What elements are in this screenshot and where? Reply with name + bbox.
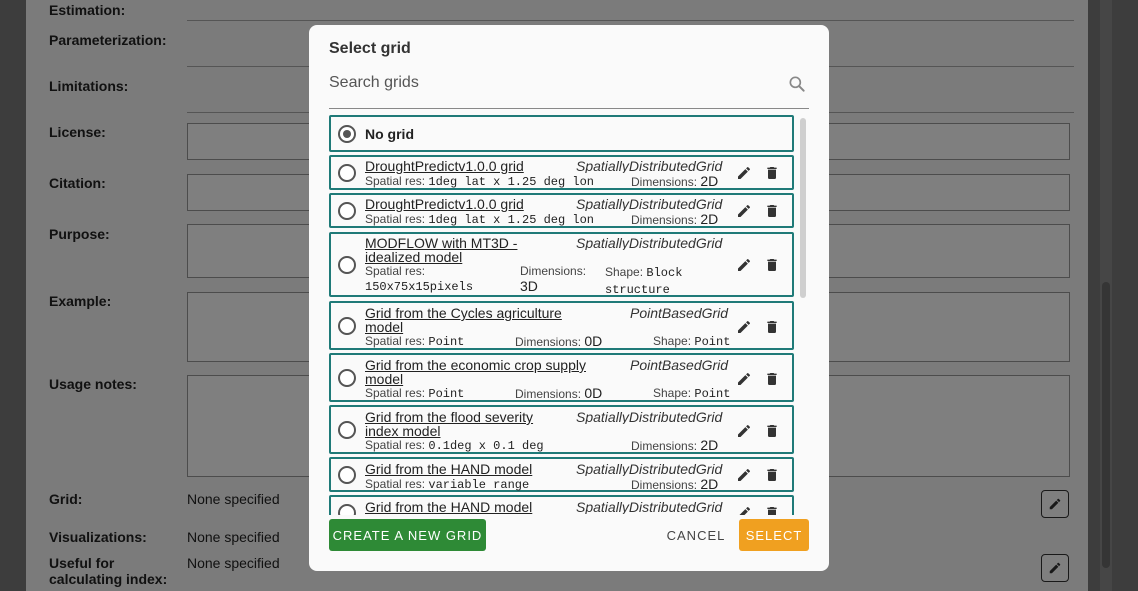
spatial-res-value: 150x75x15pixels [365,280,474,294]
spatial-res-label: Spatial res: [365,477,426,491]
dimensions-value: 2D [700,476,719,492]
delete-icon[interactable] [764,257,780,273]
grid-name-link[interactable]: Grid from the flood severity index model [365,410,565,438]
select-grid-dialog: Select grid No grid DroughtPredictv1.0.0… [309,25,829,571]
spatial-res-value: 0.1deg x 0.1 deg [428,439,544,453]
grid-type: SpatiallyDistributedGrid [576,462,723,476]
list-scrollbar-thumb[interactable] [800,118,806,298]
grid-list[interactable]: No grid DroughtPredictv1.0.0 grid Spatia… [329,115,809,515]
delete-icon[interactable] [764,423,780,439]
delete-icon[interactable] [764,203,780,219]
grid-list-item[interactable]: DroughtPredictv1.0.0 grid SpatiallyDistr… [329,193,794,228]
delete-icon[interactable] [764,467,780,483]
dimensions-label: Dimensions: [520,264,587,278]
radio-button[interactable] [338,256,356,274]
radio-button[interactable] [338,421,356,439]
create-grid-button[interactable]: CREATE A NEW GRID [329,519,486,551]
delete-icon[interactable] [764,319,780,335]
grid-type: PointBasedGrid [630,358,729,372]
radio-button[interactable] [338,164,356,182]
shape-label: Shape: [653,334,692,348]
delete-icon[interactable] [764,165,780,181]
grid-list-item[interactable]: Grid from the HAND model SpatiallyDistri… [329,495,794,515]
dialog-title: Select grid [329,40,411,57]
grid-type: SpatiallyDistributedGrid [576,197,723,211]
shape-value: Point [694,387,731,401]
shape-label: Shape: [653,386,692,400]
dimensions-label: Dimensions: [631,175,698,189]
grid-list-item[interactable]: MODFLOW with MT3D - idealized model Spat… [329,232,794,297]
no-grid-label: No grid [365,126,414,142]
spatial-res-value: 1deg lat x 1.25 deg lon [428,175,595,189]
spatial-res-label: Spatial res: [365,334,426,348]
grid-list-item[interactable]: Grid from the economic crop supply model… [329,353,794,402]
delete-icon[interactable] [764,505,780,515]
edit-icon[interactable] [736,165,752,181]
no-grid-option[interactable]: No grid [329,115,794,152]
edit-icon[interactable] [736,371,752,387]
cancel-button[interactable]: CANCEL [665,519,727,551]
dimensions-value: 0D [584,385,603,401]
grid-type: SpatiallyDistributedGrid [576,236,723,250]
dimensions-label: Dimensions: [515,335,582,349]
edit-icon[interactable] [736,467,752,483]
grid-type: SpatiallyDistributedGrid [576,410,723,424]
dimensions-value: 2D [700,173,719,189]
grid-list-item[interactable]: DroughtPredictv1.0.0 grid SpatiallyDistr… [329,155,794,190]
spatial-res-label: Spatial res: [365,386,426,400]
search-box [329,71,809,109]
grid-name-link[interactable]: Grid from the Cycles agriculture model [365,306,590,334]
grid-name-link[interactable]: DroughtPredictv1.0.0 grid [365,197,524,211]
dimensions-label: Dimensions: [631,439,698,453]
dimensions-label: Dimensions: [631,478,698,492]
grid-name-link[interactable]: Grid from the HAND model [365,462,532,476]
edit-icon[interactable] [736,319,752,335]
dimensions-label: Dimensions: [515,387,582,401]
grid-list-item[interactable]: Grid from the Cycles agriculture model P… [329,301,794,350]
grid-list-item[interactable]: Grid from the flood severity index model… [329,405,794,454]
spatial-res-label: Spatial res: [365,438,426,452]
dimensions-value: 3D [520,278,538,294]
grid-name-link[interactable]: DroughtPredictv1.0.0 grid [365,159,524,173]
dimensions-label: Dimensions: [631,213,698,227]
edit-icon[interactable] [736,505,752,515]
edit-icon[interactable] [736,257,752,273]
search-icon[interactable] [787,74,807,94]
grid-name-link[interactable]: MODFLOW with MT3D - idealized model [365,236,530,264]
spatial-res-label: Spatial res: [365,212,426,226]
edit-icon[interactable] [736,203,752,219]
grid-list-item[interactable]: Grid from the HAND model SpatiallyDistri… [329,457,794,492]
dimensions-value: 2D [700,437,719,453]
grid-name-link[interactable]: Grid from the economic crop supply model [365,358,610,386]
delete-icon[interactable] [764,371,780,387]
radio-button[interactable] [338,125,356,143]
grid-type: SpatiallyDistributedGrid [576,159,723,173]
spatial-res-value: Point [428,387,465,401]
radio-button[interactable] [338,504,356,515]
grid-type: PointBasedGrid [630,306,729,320]
spatial-res-label: Spatial res: [365,264,426,278]
spatial-res-value: Point [428,335,465,349]
shape-value: Point [694,335,731,349]
select-button[interactable]: SELECT [739,519,809,551]
spatial-res-value: 1deg lat x 1.25 deg lon [428,213,595,227]
search-input[interactable] [329,71,769,95]
radio-button[interactable] [338,369,356,387]
grid-name-link[interactable]: Grid from the HAND model [365,500,532,514]
spatial-res-value: variable range [428,478,530,492]
dimensions-value: 2D [700,211,719,227]
grid-type: SpatiallyDistributedGrid [576,500,723,514]
radio-button[interactable] [338,466,356,484]
radio-button[interactable] [338,202,356,220]
spatial-res-label: Spatial res: [365,174,426,188]
radio-button[interactable] [338,317,356,335]
dimensions-value: 0D [584,333,603,349]
shape-label: Shape: [605,265,644,279]
edit-icon[interactable] [736,423,752,439]
